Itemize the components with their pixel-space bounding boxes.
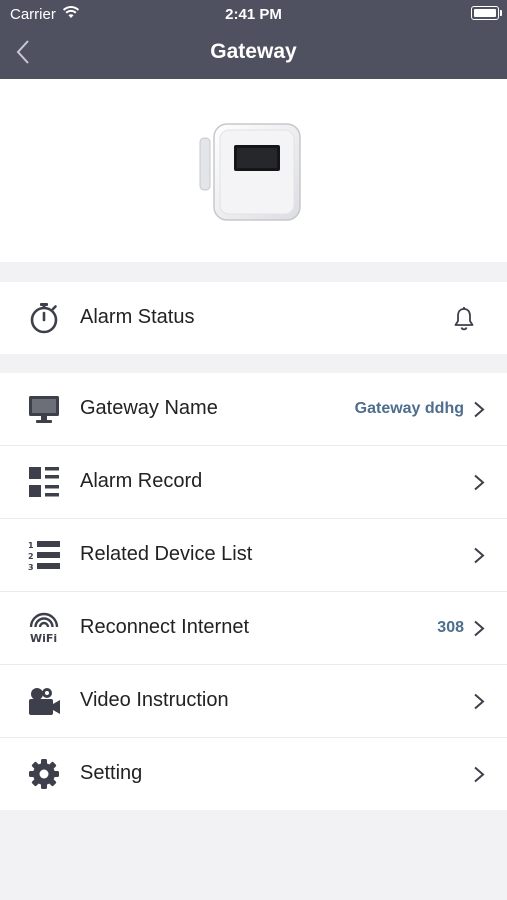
chevron-right-icon [474, 474, 485, 491]
gateway-device-image [199, 123, 301, 221]
chevron-right-icon [474, 766, 485, 783]
gateway-name-row[interactable]: Gateway Name Gateway ddhg [0, 373, 507, 446]
list-grid-icon [29, 467, 59, 497]
video-camera-icon [29, 688, 60, 715]
status-time: 2:41 PM [225, 6, 282, 23]
chevron-right-icon [474, 401, 485, 418]
svg-text:1: 1 [28, 541, 34, 550]
chevron-right-icon [474, 693, 485, 710]
gear-icon [29, 759, 59, 789]
alarm-status-label: Alarm Status [80, 306, 195, 328]
related-device-list-row[interactable]: 1 2 3 Related Device List [0, 519, 507, 592]
stopwatch-icon [30, 303, 58, 334]
svg-text:3: 3 [28, 563, 34, 572]
bell-icon[interactable] [453, 306, 475, 332]
numbered-list-icon: 1 2 3 [28, 541, 60, 572]
chevron-right-icon [474, 620, 485, 637]
setting-label: Setting [80, 762, 143, 784]
video-instruction-row[interactable]: Video Instruction [0, 665, 507, 738]
device-image-panel [0, 79, 507, 262]
alarm-status-row[interactable]: Alarm Status [0, 282, 507, 354]
video-instruction-label: Video Instruction [80, 689, 229, 711]
alarm-record-label: Alarm Record [80, 470, 203, 492]
battery-icon [471, 6, 502, 20]
reconnect-internet-row[interactable]: WiFi Reconnect Internet 308 [0, 592, 507, 665]
status-bar: Carrier 2:41 PM [0, 0, 507, 28]
reconnect-internet-value: 308 [437, 619, 464, 636]
wifi-signal-icon: WiFi [29, 612, 59, 645]
svg-text:WiFi: WiFi [30, 632, 57, 645]
alarm-record-row[interactable]: Alarm Record [0, 446, 507, 519]
page-title: Gateway [210, 40, 297, 63]
svg-text:2: 2 [28, 552, 34, 561]
setting-row[interactable]: Setting [0, 738, 507, 810]
gateway-menu-section: Gateway Name Gateway ddhg Alarm Record 1… [0, 373, 507, 810]
alarm-status-section: Alarm Status [0, 282, 507, 354]
reconnect-internet-label: Reconnect Internet [80, 616, 249, 638]
nav-header: Carrier 2:41 PM Gateway [0, 0, 507, 79]
chevron-right-icon [474, 547, 485, 564]
gateway-name-label: Gateway Name [80, 397, 218, 419]
gateway-name-value: Gateway ddhg [354, 400, 464, 417]
monitor-icon [29, 396, 59, 423]
related-device-list-label: Related Device List [80, 543, 253, 565]
